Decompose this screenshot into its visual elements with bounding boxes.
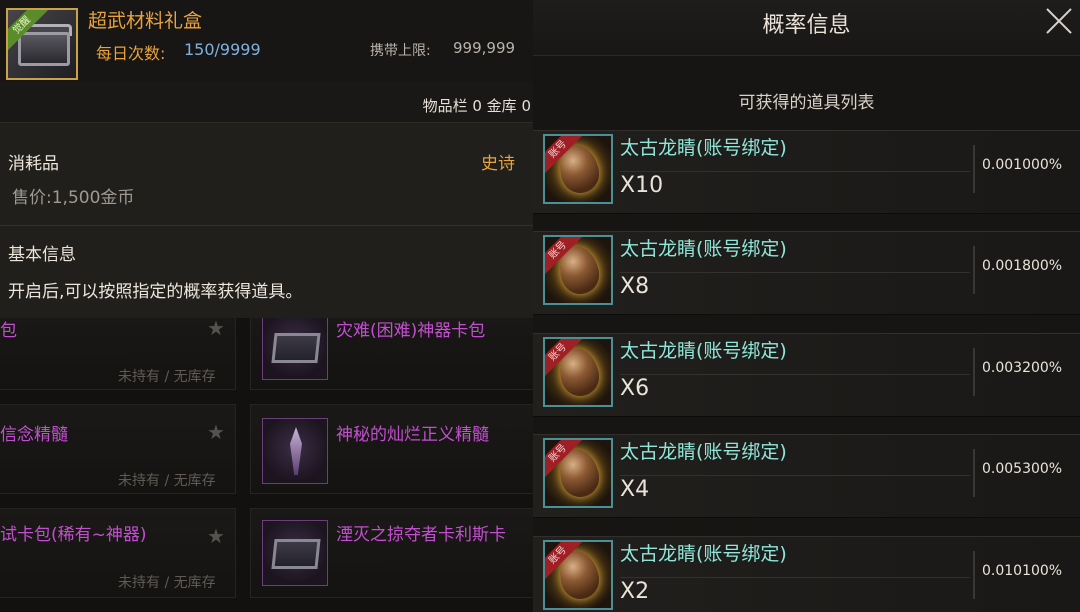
- probability-list[interactable]: 账号 太古龙睛(账号绑定) X10 0.001000% 账号 太古龙睛(账号绑定…: [533, 130, 1080, 612]
- obtainable-items-title: 可获得的道具列表: [738, 93, 875, 113]
- daily-limit-value: 150/9999: [184, 40, 261, 59]
- dragon-eye-egg-icon[interactable]: 账号: [543, 438, 613, 508]
- item-probability: 0.010100%: [982, 563, 1063, 579]
- item-name: 太古龙睛(账号绑定): [620, 441, 787, 463]
- basic-info-section: 基本信息 开启后,可以按照指定的概率获得道具。: [0, 226, 533, 318]
- item-quantity: X2: [620, 579, 650, 604]
- item-probability: 0.001000%: [982, 157, 1063, 173]
- probability-panel: 概率信息 可获得的道具列表 账号 太古龙睛(账号绑定) X10 0.001000…: [533, 0, 1080, 612]
- dragon-eye-egg-icon[interactable]: 账号: [543, 540, 613, 610]
- item-probability: 0.001800%: [982, 258, 1063, 274]
- item-name: 太古龙睛(账号绑定): [620, 543, 787, 565]
- divider: [973, 145, 975, 193]
- list-item[interactable]: 试卡包(稀有~神器) ★ 未持有 / 无库存 湮灭之掠夺者卡利斯卡: [0, 508, 533, 604]
- item-rarity: 史诗: [481, 154, 515, 174]
- basic-info-description: 开启后,可以按照指定的概率获得道具。: [8, 282, 303, 302]
- item-quantity: X6: [620, 376, 650, 401]
- item-header: 觉醒 超武材料礼盒 每日次数: 150/9999 携带上限: 999,999: [0, 0, 533, 82]
- stock-status: 未持有 / 无库存: [118, 575, 216, 591]
- dragon-eye-egg-icon[interactable]: 账号: [543, 134, 613, 204]
- item-type: 消耗品: [8, 154, 59, 174]
- divider: [620, 272, 970, 273]
- item-quantity: X10: [620, 173, 664, 198]
- dragon-eye-egg-icon[interactable]: 账号: [543, 337, 613, 407]
- stock-status: 未持有 / 无库存: [118, 369, 216, 385]
- item-name: 太古龙睛(账号绑定): [620, 238, 787, 260]
- chest-icon: 觉醒: [6, 8, 78, 80]
- divider: [973, 551, 975, 599]
- item-quantity: X8: [620, 274, 650, 299]
- item-name: 灾难(困难)神器卡包: [336, 321, 486, 341]
- crest-icon[interactable]: [262, 418, 328, 484]
- divider: [973, 449, 975, 497]
- item-tooltip: 觉醒 超武材料礼盒 每日次数: 150/9999 携带上限: 999,999 物…: [0, 0, 533, 318]
- daily-limit-label: 每日次数:: [96, 44, 166, 63]
- divider: [620, 374, 970, 375]
- item-name: 神秘的灿烂正义精髓: [336, 425, 489, 445]
- divider: [973, 348, 975, 396]
- list-item[interactable]: 账号 太古龙睛(账号绑定) X4 0.005300%: [533, 434, 1080, 518]
- item-name: 太古龙睛(账号绑定): [620, 340, 787, 362]
- list-item[interactable]: 账号 太古龙睛(账号绑定) X10 0.001000%: [533, 130, 1080, 214]
- star-icon[interactable]: ★: [207, 524, 225, 548]
- item-probability: 0.005300%: [982, 461, 1063, 477]
- divider: [620, 475, 970, 476]
- divider: [973, 246, 975, 294]
- item-quantity: X4: [620, 477, 650, 502]
- item-name: 超武材料礼盒: [88, 10, 203, 32]
- divider: [620, 577, 970, 578]
- item-detail-area: 包 ★ 未持有 / 无库存 灾难(困难)神器卡包 信念精髓 ★ 未持有 / 无库…: [0, 0, 533, 612]
- list-item[interactable]: 账号 太古龙睛(账号绑定) X8 0.001800%: [533, 231, 1080, 315]
- basic-info-title: 基本信息: [8, 245, 76, 265]
- storage-count: 物品栏 0 金库 0: [422, 97, 531, 115]
- chest-icon[interactable]: [262, 314, 328, 380]
- carry-limit-value: 999,999: [453, 39, 516, 57]
- close-icon[interactable]: [1042, 4, 1076, 38]
- stock-status: 未持有 / 无库存: [118, 473, 216, 489]
- star-icon[interactable]: ★: [207, 316, 225, 340]
- divider: [620, 171, 970, 172]
- background-inventory-list: 包 ★ 未持有 / 无库存 灾难(困难)神器卡包 信念精髓 ★ 未持有 / 无库…: [0, 300, 533, 612]
- panel-header: 概率信息: [533, 0, 1080, 56]
- item-name: 太古龙睛(账号绑定): [620, 137, 787, 159]
- item-name: 信念精髓: [0, 425, 68, 445]
- dragon-eye-egg-icon[interactable]: 账号: [543, 235, 613, 305]
- item-price: 售价:1,500金币: [12, 188, 135, 208]
- item-name: 包: [0, 321, 17, 341]
- chest-icon[interactable]: [262, 520, 328, 586]
- item-probability: 0.003200%: [982, 360, 1063, 376]
- panel-title: 概率信息: [762, 13, 851, 38]
- star-icon[interactable]: ★: [207, 420, 225, 444]
- list-item[interactable]: 信念精髓 ★ 未持有 / 无库存 神秘的灿烂正义精髓: [0, 404, 533, 500]
- carry-limit-label: 携带上限:: [370, 43, 431, 59]
- item-name: 湮灭之掠夺者卡利斯卡: [336, 525, 506, 545]
- item-name: 试卡包(稀有~神器): [0, 525, 147, 545]
- item-type-section: 消耗品 史诗 售价:1,500金币: [0, 122, 533, 226]
- list-item[interactable]: 账号 太古龙睛(账号绑定) X2 0.010100%: [533, 536, 1080, 612]
- list-item[interactable]: 账号 太古龙睛(账号绑定) X6 0.003200%: [533, 333, 1080, 417]
